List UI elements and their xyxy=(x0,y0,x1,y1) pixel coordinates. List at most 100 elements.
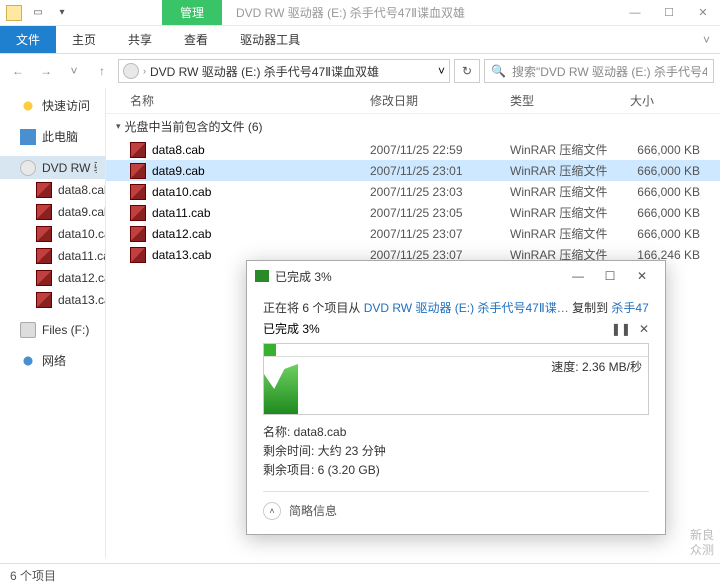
file-type: WinRAR 压缩文件 xyxy=(510,225,630,242)
close-button[interactable]: ✕ xyxy=(686,0,720,26)
sidebar-network[interactable]: 网络 xyxy=(0,349,105,372)
archive-icon xyxy=(36,182,52,198)
sidebar-file-item[interactable]: data8.cab xyxy=(0,179,105,201)
star-icon xyxy=(20,98,36,114)
archive-icon xyxy=(36,226,52,242)
file-size: 666,000 KB xyxy=(630,143,720,157)
sidebar-this-pc[interactable]: 此电脑 xyxy=(0,125,105,148)
pause-button[interactable]: ❚❚ xyxy=(611,322,631,336)
col-type[interactable]: 类型 xyxy=(510,92,630,109)
sidebar-dvd-drive[interactable]: DVD RW 驱动器 (E:) xyxy=(0,156,105,179)
nav-forward-button[interactable]: → xyxy=(34,59,58,83)
address-dropdown-icon[interactable]: ˅ xyxy=(438,64,445,78)
file-row[interactable]: data9.cab2007/11/25 23:01WinRAR 压缩文件666,… xyxy=(106,160,720,181)
file-name: data8.cab xyxy=(152,143,370,157)
file-date: 2007/11/25 23:05 xyxy=(370,206,510,220)
tab-drive-tools[interactable]: 驱动器工具 xyxy=(224,26,316,53)
file-name: data11.cab xyxy=(152,206,370,220)
nav-back-button[interactable]: ← xyxy=(6,59,30,83)
qat-properties-icon[interactable]: ▭ xyxy=(28,3,48,23)
sidebar-drive-f[interactable]: Files (F:) xyxy=(0,319,105,341)
copy-progress-dialog: 已完成 3% — ☐ ✕ 正在将 6 个项目从 DVD RW 驱动器 (E:) … xyxy=(246,260,666,535)
sidebar-file-item[interactable]: data11.cab xyxy=(0,245,105,267)
dialog-close-button[interactable]: ✕ xyxy=(627,264,657,288)
file-type: WinRAR 压缩文件 xyxy=(510,183,630,200)
breadcrumb[interactable]: DVD RW 驱动器 (E:) 杀手代号47Ⅱ谍血双雄 xyxy=(150,63,379,80)
col-name[interactable]: 名称 xyxy=(130,92,370,109)
disc-icon xyxy=(123,63,139,79)
copy-description: 正在将 6 个项目从 DVD RW 驱动器 (E:) 杀手代号47Ⅱ谍… 复制到… xyxy=(263,299,649,316)
file-row[interactable]: data11.cab2007/11/25 23:05WinRAR 压缩文件666… xyxy=(106,202,720,223)
more-details-toggle[interactable]: ˄ 简略信息 xyxy=(263,502,649,520)
watermark: 新良 众测 xyxy=(690,528,714,557)
file-type: WinRAR 压缩文件 xyxy=(510,204,630,221)
copy-mid-text: 复制到 xyxy=(569,301,612,315)
chevron-right-icon: › xyxy=(143,66,146,76)
sidebar-file-item[interactable]: data12.cab xyxy=(0,267,105,289)
dialog-maximize-button[interactable]: ☐ xyxy=(595,264,625,288)
sidebar-file-item[interactable]: data9.cab xyxy=(0,201,105,223)
title-bar: ▭ ▾ 管理 DVD RW 驱动器 (E:) 杀手代号47Ⅱ谍血双雄 — ☐ ✕ xyxy=(0,0,720,26)
file-row[interactable]: data10.cab2007/11/25 23:03WinRAR 压缩文件666… xyxy=(106,181,720,202)
status-bar: 6 个项目 xyxy=(0,563,720,587)
sidebar-item-label: data10.cab xyxy=(58,227,106,241)
col-size[interactable]: 大小 xyxy=(630,92,710,109)
chevron-down-icon: ▾ xyxy=(116,121,121,132)
info-time: 剩余时间: 大约 23 分钟 xyxy=(263,442,649,461)
sidebar-file-item[interactable]: data13.cab xyxy=(0,289,105,311)
file-row[interactable]: data12.cab2007/11/25 23:07WinRAR 压缩文件666… xyxy=(106,223,720,244)
progress-bar-fill xyxy=(264,344,276,356)
drive-icon xyxy=(20,322,36,338)
sidebar-file-item[interactable]: data10.cab xyxy=(0,223,105,245)
copy-dest-link[interactable]: 杀手47 xyxy=(611,301,648,315)
group-header[interactable]: ▾ 光盘中当前包含的文件 (6) xyxy=(106,114,720,139)
progress-text: 已完成 3% xyxy=(263,320,320,337)
quick-access-toolbar: ▭ ▾ xyxy=(28,3,72,23)
archive-icon xyxy=(130,205,146,221)
file-type: WinRAR 压缩文件 xyxy=(510,141,630,158)
col-date[interactable]: 修改日期 xyxy=(370,92,510,109)
refresh-button[interactable]: ↻ xyxy=(454,59,480,83)
copy-prefix-text: 正在将 6 个项目从 xyxy=(263,301,364,315)
dialog-minimize-button[interactable]: — xyxy=(563,264,593,288)
file-date: 2007/11/25 22:59 xyxy=(370,143,510,157)
ribbon-expand-icon[interactable]: ˅ xyxy=(693,26,720,53)
search-input[interactable]: 🔍 搜索"DVD RW 驱动器 (E:) 杀手代号47Ⅱ谍血双雄" xyxy=(484,59,714,83)
group-label: 光盘中当前包含的文件 (6) xyxy=(125,118,263,135)
file-row[interactable]: data8.cab2007/11/25 22:59WinRAR 压缩文件666,… xyxy=(106,139,720,160)
search-placeholder: 搜索"DVD RW 驱动器 (E:) 杀手代号47Ⅱ谍血双雄" xyxy=(512,63,707,80)
qat-dropdown-icon[interactable]: ▾ xyxy=(52,3,72,23)
tab-share[interactable]: 共享 xyxy=(112,26,168,53)
file-size: 666,000 KB xyxy=(630,185,720,199)
nav-up-button[interactable]: ↑ xyxy=(90,59,114,83)
speed-graph: 速度: 2.36 MB/秒 xyxy=(263,343,649,415)
window-title: DVD RW 驱动器 (E:) 杀手代号47Ⅱ谍血双雄 xyxy=(236,4,465,21)
sidebar-item-label: 此电脑 xyxy=(42,128,78,145)
archive-icon xyxy=(36,204,52,220)
address-input[interactable]: › DVD RW 驱动器 (E:) 杀手代号47Ⅱ谍血双雄 ˅ xyxy=(118,59,450,83)
ribbon-context-tab[interactable]: 管理 xyxy=(162,0,222,25)
maximize-button[interactable]: ☐ xyxy=(652,0,686,26)
sidebar-item-label: data11.cab xyxy=(58,249,106,263)
copy-icon xyxy=(255,270,269,282)
nav-history-button[interactable]: ˅ xyxy=(62,59,86,83)
sidebar-item-label: data9.cab xyxy=(58,205,106,219)
tab-file[interactable]: 文件 xyxy=(0,26,56,53)
cancel-button[interactable]: ✕ xyxy=(639,322,649,336)
status-text: 6 个项目 xyxy=(10,567,56,584)
minimize-button[interactable]: — xyxy=(618,0,652,26)
dialog-titlebar[interactable]: 已完成 3% — ☐ ✕ xyxy=(247,261,665,291)
separator xyxy=(263,491,649,492)
sidebar-item-label: data13.cab xyxy=(58,293,106,307)
sidebar-item-label: data12.cab xyxy=(58,271,106,285)
address-bar: ← → ˅ ↑ › DVD RW 驱动器 (E:) 杀手代号47Ⅱ谍血双雄 ˅ … xyxy=(0,54,720,88)
copy-source-link[interactable]: DVD RW 驱动器 (E:) 杀手代号47Ⅱ谍… xyxy=(364,301,569,315)
archive-icon xyxy=(130,163,146,179)
sidebar-item-label: Files (F:) xyxy=(42,323,89,337)
system-icon[interactable] xyxy=(6,5,22,21)
sidebar-quick-access[interactable]: 快速访问 xyxy=(0,94,105,117)
archive-icon xyxy=(36,248,52,264)
file-name: data10.cab xyxy=(152,185,370,199)
tab-home[interactable]: 主页 xyxy=(56,26,112,53)
tab-view[interactable]: 查看 xyxy=(168,26,224,53)
